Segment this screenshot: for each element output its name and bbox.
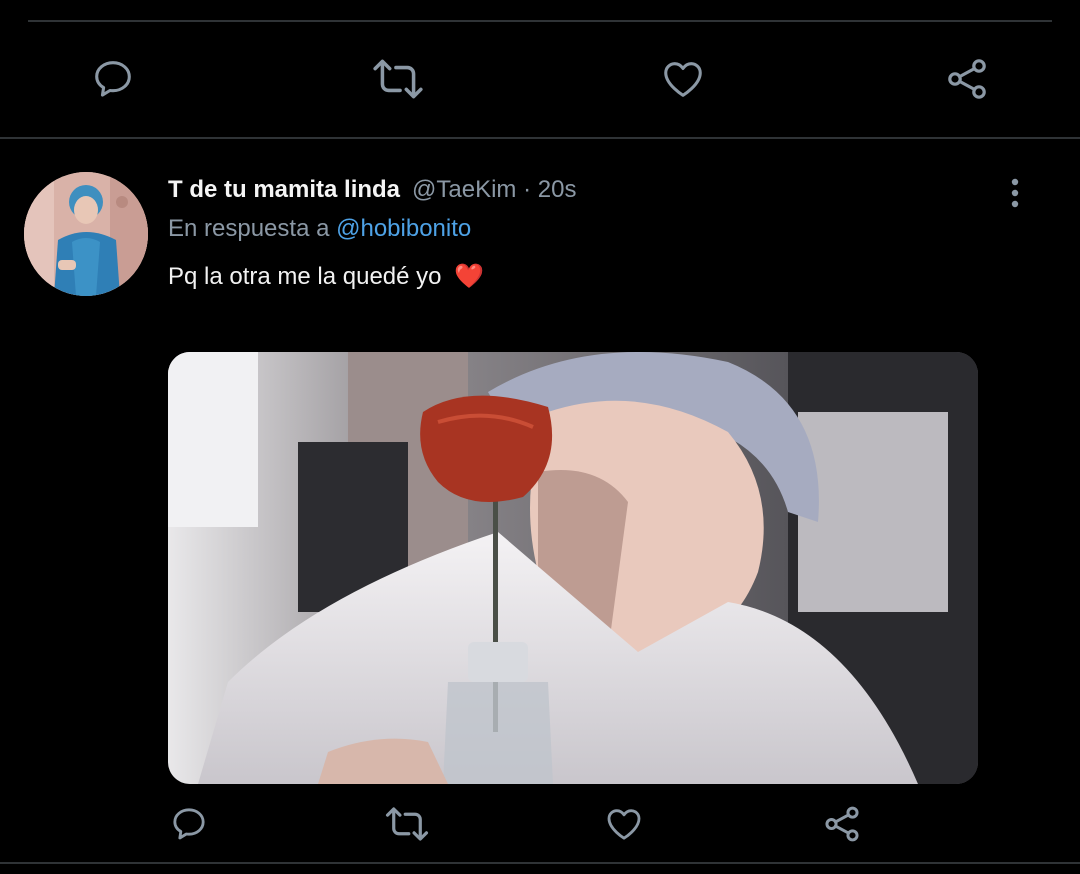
reply-icon xyxy=(173,808,205,840)
divider xyxy=(28,20,1052,22)
tweet-text: Pq la otra me la quedé yo ❤️ xyxy=(168,262,484,291)
photo xyxy=(168,352,978,784)
previous-tweet-action-bar xyxy=(0,54,1080,104)
share-button[interactable] xyxy=(942,54,992,104)
reply-button[interactable] xyxy=(168,800,210,848)
retweet-button[interactable] xyxy=(382,800,432,848)
tweet-action-bar xyxy=(0,800,1080,850)
share-icon xyxy=(825,806,859,842)
reply-button[interactable] xyxy=(88,54,138,104)
handle-and-timestamp[interactable]: @TaeKim · 20s xyxy=(412,176,576,204)
display-name[interactable]: T de tu mamita linda xyxy=(168,176,400,204)
tweet-media-image[interactable] xyxy=(168,352,978,784)
share-icon xyxy=(948,59,986,99)
reply-icon xyxy=(95,61,131,97)
avatar[interactable] xyxy=(24,172,148,296)
tweet-header: T de tu mamita linda @TaeKim · 20s xyxy=(168,176,576,212)
twitter-thread-view: T de tu mamita linda @TaeKim · 20s En re… xyxy=(0,0,1080,874)
retweet-button[interactable] xyxy=(370,54,426,104)
like-button[interactable] xyxy=(602,800,646,848)
tweet-separator xyxy=(0,137,1080,139)
share-button[interactable] xyxy=(820,800,864,848)
reply-prefix: En respuesta a xyxy=(168,215,330,242)
more-options-button[interactable] xyxy=(1000,176,1030,212)
more-vertical-icon xyxy=(1011,178,1019,208)
red-heart-emoji: ❤️ xyxy=(454,263,485,290)
tweet-body: Pq la otra me la quedé yo xyxy=(168,263,442,290)
heart-icon xyxy=(607,809,641,840)
like-button[interactable] xyxy=(658,54,708,104)
retweet-icon xyxy=(373,59,423,99)
heart-icon xyxy=(664,62,702,97)
retweet-icon xyxy=(385,807,429,841)
reply-to-link[interactable]: @hobibonito xyxy=(336,215,471,242)
avatar-image xyxy=(24,172,148,296)
divider xyxy=(0,862,1080,864)
reply-context: En respuesta a @hobibonito xyxy=(168,215,471,243)
